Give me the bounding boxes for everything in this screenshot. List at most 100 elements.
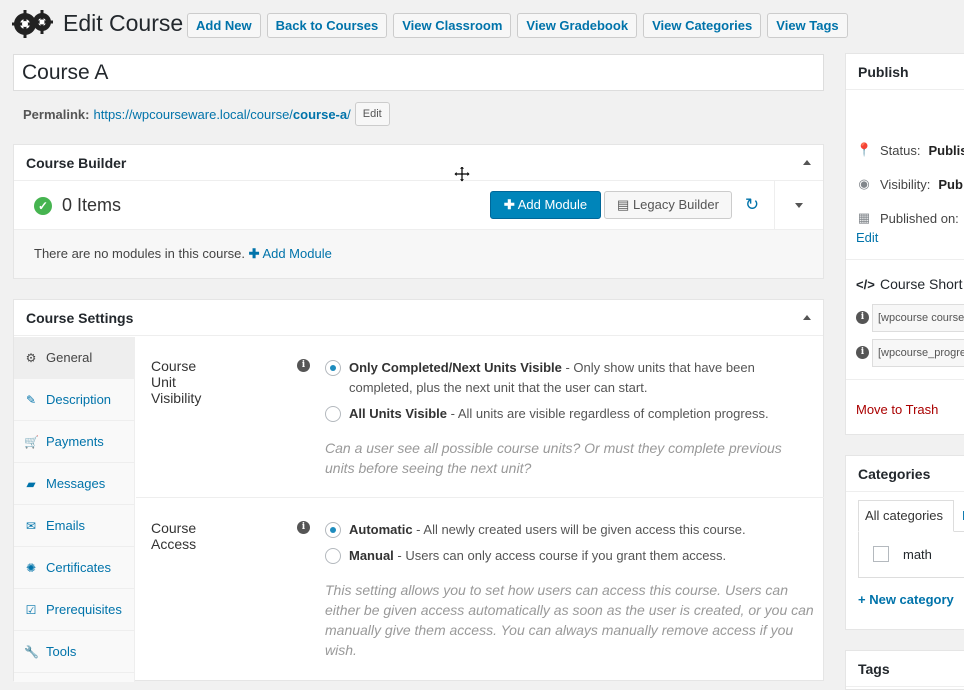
comment-icon: ▰ xyxy=(26,476,36,491)
view-classroom-button[interactable]: View Classroom xyxy=(393,13,512,38)
visibility-option-completed[interactable]: Only Completed/Next Units Visible - Only… xyxy=(325,358,805,398)
add-module-link-label: Add Module xyxy=(262,246,332,261)
new-category-link[interactable]: + New category xyxy=(858,592,954,607)
refresh-icon[interactable]: ↻ xyxy=(742,195,762,215)
tab-label: Messages xyxy=(46,476,106,491)
tags-box: Tags xyxy=(845,650,964,690)
option-desc: - All units are visible regardless of co… xyxy=(447,406,769,421)
tab-label: Description xyxy=(46,392,112,407)
access-option-manual[interactable]: Manual - Users can only access course if… xyxy=(325,546,805,566)
publish-box: Publish 📍 Status: Publis ◉ Visibility: P… xyxy=(845,53,964,435)
tags-header[interactable]: Tags xyxy=(846,651,964,687)
view-tags-button[interactable]: View Tags xyxy=(767,13,848,38)
back-to-courses-button[interactable]: Back to Courses xyxy=(266,13,388,38)
wrench-icon: 🔧 xyxy=(24,644,39,659)
category-item[interactable]: math xyxy=(873,546,932,562)
code-icon: </> xyxy=(856,276,875,292)
radio-all-units[interactable] xyxy=(325,406,341,422)
calendar-icon: ▦ xyxy=(857,210,871,225)
status-value: Publis xyxy=(928,142,964,158)
tab-emails[interactable]: ✉ Emails xyxy=(14,505,134,547)
tab-label: Payments xyxy=(46,434,104,449)
view-categories-button[interactable]: View Categories xyxy=(643,13,762,38)
course-access-label: Course Access xyxy=(151,520,197,552)
tab-certificates[interactable]: ✺ Certificates xyxy=(14,547,134,589)
categories-box: Categories All categories M math + New c… xyxy=(845,455,964,630)
envelope-icon: ✉ xyxy=(25,518,37,533)
permalink-base: https://wpcourseware.local/course/ xyxy=(93,106,293,122)
published-edit-link[interactable]: Edit xyxy=(856,230,878,245)
category-checkbox[interactable] xyxy=(873,546,889,562)
add-module-button[interactable]: ✚ Add Module xyxy=(490,191,601,219)
info-icon[interactable]: i xyxy=(856,311,869,324)
expand-arrow-icon[interactable] xyxy=(795,203,803,208)
option-desc: - All newly created users will be given … xyxy=(412,522,746,537)
items-count-label: 0 Items xyxy=(62,195,122,215)
publish-header[interactable]: Publish xyxy=(846,54,964,90)
radio-manual[interactable] xyxy=(325,548,341,564)
option-title: All Units Visible xyxy=(349,406,448,421)
check-circle-icon: ✓ xyxy=(34,196,52,215)
tab-label: General xyxy=(46,350,93,365)
info-icon[interactable]: i xyxy=(856,346,869,359)
permalink-edit-button[interactable]: Edit xyxy=(354,102,390,126)
course-title-input[interactable]: Course A xyxy=(13,54,824,91)
course-settings-header[interactable]: Course Settings xyxy=(14,300,823,336)
course-settings-box: Course Settings ⚙ General ✎ Description 🛒 P… xyxy=(13,299,824,682)
header-actions: Add New Back to Courses View Classroom V… xyxy=(187,13,848,38)
tab-general[interactable]: ⚙ General xyxy=(14,337,134,379)
permalink-link[interactable]: https://wpcourseware.local/course/course… xyxy=(93,107,350,122)
visibility-label: Visibility: xyxy=(880,176,931,192)
tab-label: Prerequisites xyxy=(46,602,122,617)
tab-description[interactable]: ✎ Description xyxy=(14,379,134,421)
tab-all-categories[interactable]: All categories xyxy=(858,500,954,532)
settings-tabs: ⚙ General ✎ Description 🛒 Payments ▰ Message… xyxy=(14,337,135,682)
tab-label: Certificates xyxy=(46,560,112,575)
categories-header[interactable]: Categories xyxy=(846,456,964,492)
radio-automatic[interactable] xyxy=(325,522,341,538)
tab-prerequisites[interactable]: ☑ Prerequisites xyxy=(14,589,134,631)
divider xyxy=(846,379,964,380)
course-builder-box: Course Builder ✓ 0 Items ✚ Add Module ▤ … xyxy=(13,144,824,279)
edit-icon: ✎ xyxy=(25,392,37,407)
collapse-arrow-icon[interactable] xyxy=(803,315,811,320)
move-to-trash-link[interactable]: Move to Trash xyxy=(856,402,938,417)
add-new-button[interactable]: Add New xyxy=(187,13,261,38)
category-label: math xyxy=(903,546,932,562)
shortcode-title: Course Short xyxy=(880,276,963,292)
collapse-arrow-icon[interactable] xyxy=(803,160,811,165)
permalink-label: Permalink: xyxy=(23,106,90,122)
legacy-builder-button[interactable]: ▤ Legacy Builder xyxy=(604,191,732,219)
category-tabs: All categories M xyxy=(858,500,964,532)
info-icon[interactable]: i xyxy=(297,521,310,534)
tab-label: Tools xyxy=(46,644,77,659)
course-access-help: This setting allows you to set how users… xyxy=(325,582,814,658)
divider xyxy=(846,259,964,260)
empty-message: There are no modules in this course. xyxy=(34,246,245,261)
radio-completed-next[interactable] xyxy=(325,360,341,376)
course-settings-title: Course Settings xyxy=(26,309,134,326)
access-option-automatic[interactable]: Automatic - All newly created users will… xyxy=(325,520,805,540)
published-label: Published on: xyxy=(880,210,959,226)
add-module-link[interactable]: ✚ Add Module xyxy=(249,246,332,261)
list-icon: ▤ xyxy=(617,197,630,212)
legacy-builder-label: Legacy Builder xyxy=(632,197,719,212)
permalink-trailing: / xyxy=(347,106,351,122)
categories-title: Categories xyxy=(858,465,931,482)
info-icon[interactable]: i xyxy=(297,359,310,372)
option-title: Manual xyxy=(349,548,394,563)
shortcode-course-field[interactable]: [wpcourse course xyxy=(872,304,964,332)
permalink-slug: course-a xyxy=(292,106,348,122)
tab-tools[interactable]: 🔧 Tools xyxy=(14,631,134,673)
shortcode-progress-field[interactable]: [wpcourse_progre xyxy=(872,339,964,367)
tab-payments[interactable]: 🛒 Payments xyxy=(14,421,134,463)
publish-title: Publish xyxy=(858,63,909,80)
tags-title: Tags xyxy=(858,660,890,677)
page-title: Edit Course xyxy=(63,10,184,36)
row-divider xyxy=(136,497,824,498)
course-builder-header[interactable]: Course Builder xyxy=(14,145,823,181)
add-module-label: Add Module xyxy=(517,197,588,212)
tab-messages[interactable]: ▰ Messages xyxy=(14,463,134,505)
visibility-option-all[interactable]: All Units Visible - All units are visibl… xyxy=(325,404,805,424)
view-gradebook-button[interactable]: View Gradebook xyxy=(517,13,638,38)
